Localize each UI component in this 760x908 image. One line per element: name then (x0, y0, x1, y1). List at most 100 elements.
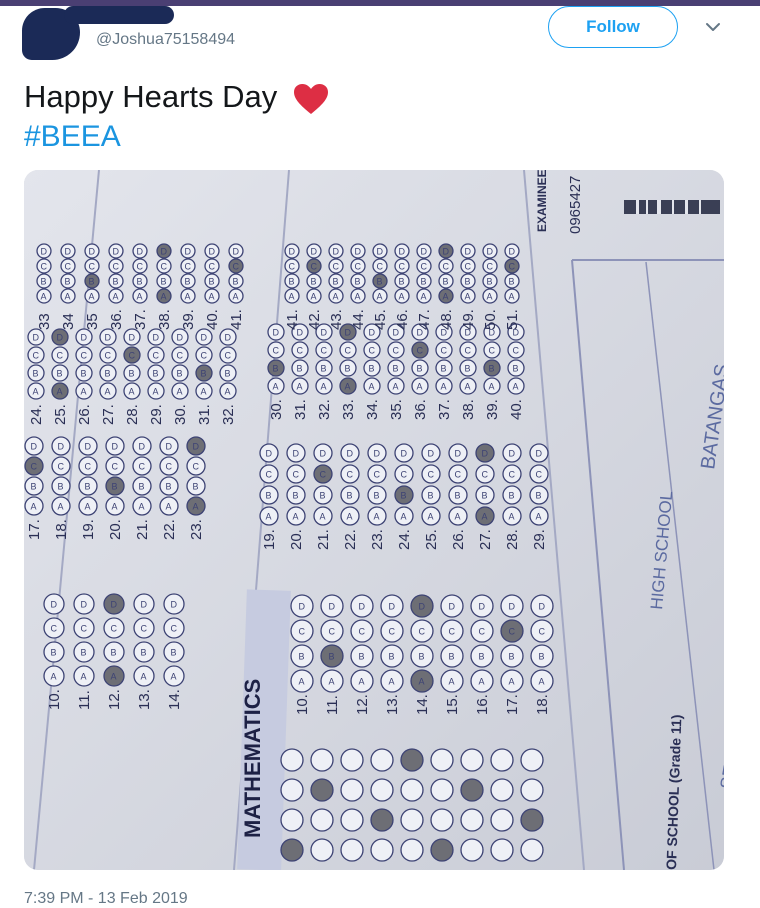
choice-letter: C (185, 262, 192, 272)
choice-letter: D (139, 442, 146, 452)
user-handle[interactable]: @Joshua75158494 (96, 31, 235, 49)
choice-letter: C (166, 462, 173, 472)
choice-letter: D (441, 328, 448, 338)
choice-letter: C (297, 346, 304, 356)
answer-bubble (340, 778, 364, 802)
choice-letter: A (105, 387, 111, 397)
question-number: 13. (136, 689, 153, 710)
choice-letter: C (299, 627, 306, 637)
choice-letter: D (311, 247, 318, 257)
choice-letter: D (482, 449, 489, 459)
choice-letter: C (401, 470, 408, 480)
choice-letter: B (399, 277, 405, 287)
choice-letter: C (58, 462, 65, 472)
choice-letter: D (329, 602, 336, 612)
choice-letter: C (321, 346, 328, 356)
question-number: 19. (80, 519, 97, 540)
choice-letter: B (81, 369, 87, 379)
answer-bubble (430, 778, 454, 802)
choice-letter: D (129, 333, 136, 343)
choice-letter: A (359, 677, 365, 687)
choice-letter: D (177, 333, 184, 343)
hashtag-link[interactable]: #BEEA (24, 120, 121, 154)
choice-letter: A (417, 382, 423, 392)
choice-letter: A (421, 292, 427, 302)
question-number: 29. (531, 529, 548, 550)
choice-letter: D (509, 449, 516, 459)
choice-letter: B (177, 369, 183, 379)
answer-bubble (520, 778, 544, 802)
choice-letter: A (81, 387, 87, 397)
question-number: 32. (220, 404, 237, 425)
choice-letter: D (31, 442, 38, 452)
choice-letter: B (441, 364, 447, 374)
answer-bubble (490, 778, 514, 802)
choice-letter: A (153, 387, 159, 397)
question-number: 17. (504, 694, 521, 715)
question-number: 16. (474, 694, 491, 715)
choice-letter: A (299, 677, 305, 687)
follow-button[interactable]: Follow (548, 6, 678, 48)
choice-letter: B (233, 277, 239, 287)
choice-letter: B (465, 364, 471, 374)
choice-letter: A (345, 382, 351, 392)
chevron-down-icon[interactable] (702, 16, 724, 38)
choice-letter: D (487, 247, 494, 257)
choice-letter: B (465, 277, 471, 287)
choice-letter: D (273, 328, 280, 338)
choice-letter: C (509, 470, 516, 480)
choice-letter: B (81, 648, 87, 658)
choice-letter: B (266, 491, 272, 501)
question-number: 38. (460, 399, 477, 420)
question-number: 21. (315, 529, 332, 550)
answer-bubble (460, 808, 484, 832)
answer-bubble (340, 838, 364, 862)
choice-letter: B (153, 369, 159, 379)
question-number: 30. (268, 399, 285, 420)
choice-letter: B (185, 277, 191, 287)
choice-letter: B (487, 277, 493, 287)
choice-letter: B (539, 652, 545, 662)
choice-letter: A (482, 512, 488, 522)
choice-letter: D (41, 247, 48, 257)
choice-letter: D (81, 600, 88, 610)
tweet-photo[interactable]: 33 A B C D 34 A B C D 35 A B C D 36. A B C D 37. A B C D 38. A B C D 3… (24, 170, 724, 870)
choice-letter: B (489, 364, 495, 374)
choice-letter: C (465, 346, 472, 356)
question-number: 20. (288, 529, 305, 550)
choice-letter: B (449, 652, 455, 662)
question-number: 22. (342, 529, 359, 550)
question-number: 26. (450, 529, 467, 550)
question-number: 10. (46, 689, 63, 710)
choice-letter: D (171, 600, 178, 610)
choice-letter: C (428, 470, 435, 480)
answer-bubble (280, 748, 304, 772)
choice-letter: B (374, 491, 380, 501)
choice-letter: A (297, 382, 303, 392)
choice-letter: A (113, 292, 119, 302)
choice-letter: C (113, 262, 120, 272)
choice-letter: B (297, 364, 303, 374)
question-number: 36. (108, 309, 125, 330)
choice-letter: A (443, 292, 449, 302)
choice-letter: C (465, 262, 472, 272)
choice-letter: B (509, 652, 515, 662)
choice-letter: B (299, 652, 305, 662)
choice-letter: B (166, 482, 172, 492)
choice-letter: C (443, 262, 450, 272)
choice-letter: B (141, 648, 147, 658)
answer-bubble (370, 778, 394, 802)
heart-emoji-icon (293, 83, 328, 114)
choice-letter: A (536, 512, 542, 522)
choice-letter: C (482, 470, 489, 480)
choice-letter: D (513, 328, 520, 338)
choice-letter: B (85, 482, 91, 492)
choice-letter: A (539, 677, 545, 687)
choice-letter: C (33, 351, 40, 361)
tweet-timestamp[interactable]: 7:39 PM - 13 Feb 2019 (24, 890, 188, 908)
choice-letter: D (266, 449, 273, 459)
choice-letter: A (129, 387, 135, 397)
barcode (624, 200, 720, 214)
choice-letter: B (209, 277, 215, 287)
question-number: 37. (436, 399, 453, 420)
